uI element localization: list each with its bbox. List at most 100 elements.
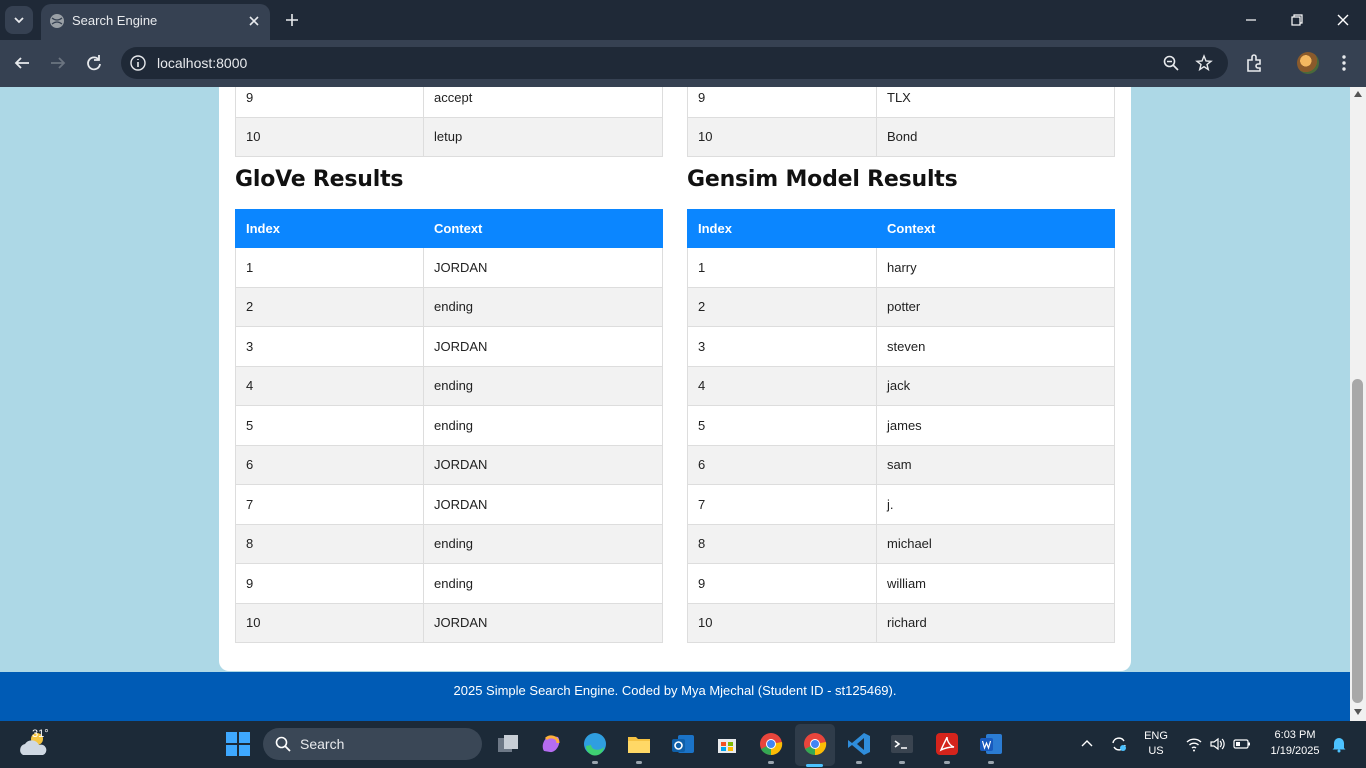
table-row: 4 ending bbox=[235, 365, 663, 406]
back-icon[interactable] bbox=[11, 52, 33, 74]
more-menu-icon[interactable] bbox=[1333, 52, 1355, 74]
table-row: 9 ending bbox=[235, 563, 663, 604]
wifi-icon[interactable] bbox=[1185, 735, 1203, 753]
copilot-icon[interactable] bbox=[538, 731, 564, 757]
browser-tab-bar: Search Engine bbox=[0, 0, 1366, 40]
chevron-up-icon[interactable] bbox=[1078, 735, 1096, 753]
running-indicator bbox=[636, 761, 642, 764]
context-cell: JORDAN bbox=[423, 484, 663, 525]
clock-date[interactable]: 1/19/2025 bbox=[1262, 745, 1328, 757]
index-header: Index bbox=[687, 209, 877, 248]
index-cell: 5 bbox=[687, 405, 877, 446]
taskbar-search-label: Search bbox=[300, 736, 345, 752]
table-row: 7 j. bbox=[687, 484, 1115, 525]
close-window-icon[interactable] bbox=[1334, 11, 1352, 29]
language-region[interactable]: US bbox=[1140, 745, 1172, 757]
context-cell: ending bbox=[423, 405, 663, 446]
context-cell: james bbox=[876, 405, 1115, 446]
zoom-icon[interactable] bbox=[1162, 54, 1180, 72]
context-cell: potter bbox=[876, 286, 1115, 327]
index-cell: 7 bbox=[235, 484, 424, 525]
file-explorer-icon[interactable] bbox=[626, 731, 652, 757]
taskbar-search-box[interactable]: Search bbox=[263, 728, 482, 760]
context-cell: letup bbox=[423, 116, 663, 157]
context-cell: JORDAN bbox=[423, 602, 663, 643]
outlook-icon[interactable] bbox=[670, 731, 696, 757]
browser-toolbar: localhost:8000 bbox=[0, 40, 1366, 87]
index-cell: 5 bbox=[235, 405, 424, 446]
search-icon bbox=[275, 736, 291, 752]
index-cell: 6 bbox=[687, 444, 877, 485]
gensim-table: Index Context 1 harry 2 potter 3 steven 4 jack 5… bbox=[687, 209, 1115, 643]
new-tab-icon[interactable] bbox=[282, 10, 302, 30]
index-cell: 3 bbox=[687, 326, 877, 367]
notification-bell-icon[interactable] bbox=[1330, 735, 1348, 753]
table-row: 1 JORDAN bbox=[235, 247, 663, 288]
table-row: 5 ending bbox=[235, 405, 663, 446]
acrobat-icon[interactable] bbox=[934, 731, 960, 757]
extensions-icon[interactable] bbox=[1243, 52, 1265, 74]
profile-avatar[interactable] bbox=[1297, 52, 1319, 74]
table-row: 6 sam bbox=[687, 444, 1115, 485]
windows-taskbar: 31° Search ENG US 6:03 PM 1/19/2025 bbox=[0, 721, 1366, 768]
reload-icon[interactable] bbox=[83, 52, 105, 74]
close-tab-icon[interactable] bbox=[246, 13, 262, 29]
url-text[interactable]: localhost:8000 bbox=[157, 55, 247, 71]
context-cell: michael bbox=[876, 523, 1115, 564]
volume-icon[interactable] bbox=[1208, 735, 1226, 753]
context-cell: ending bbox=[423, 365, 663, 406]
bookmark-star-icon[interactable] bbox=[1195, 54, 1213, 72]
tab-search-button[interactable] bbox=[5, 6, 33, 34]
vscode-icon[interactable] bbox=[846, 731, 872, 757]
edge-icon[interactable] bbox=[582, 731, 608, 757]
battery-icon[interactable] bbox=[1233, 735, 1251, 753]
browser-tab[interactable]: Search Engine bbox=[41, 4, 270, 40]
index-cell: 8 bbox=[687, 523, 877, 564]
table-row: 10 Bond bbox=[687, 116, 1115, 157]
table-row: 5 james bbox=[687, 405, 1115, 446]
active-indicator bbox=[806, 764, 823, 767]
table-row: 3 JORDAN bbox=[235, 326, 663, 367]
terminal-icon[interactable] bbox=[889, 731, 915, 757]
table-row: 9 william bbox=[687, 563, 1115, 604]
scroll-up-arrow-icon[interactable] bbox=[1354, 91, 1362, 97]
page-scrollbar[interactable] bbox=[1350, 87, 1366, 721]
running-indicator bbox=[856, 761, 862, 764]
running-indicator bbox=[592, 761, 598, 764]
language-code[interactable]: ENG bbox=[1140, 730, 1172, 742]
restore-icon[interactable] bbox=[1288, 11, 1306, 29]
table-row: 10 letup bbox=[235, 116, 663, 157]
microsoft-store-icon[interactable] bbox=[714, 731, 740, 757]
index-cell: 4 bbox=[235, 365, 424, 406]
index-header: Index bbox=[235, 209, 424, 248]
page-footer: 2025 Simple Search Engine. Coded by Mya … bbox=[0, 672, 1350, 721]
sync-icon[interactable] bbox=[1110, 735, 1128, 753]
weather-temperature: 31° bbox=[32, 728, 49, 740]
context-cell: JORDAN bbox=[423, 326, 663, 367]
index-cell: 9 bbox=[687, 563, 877, 604]
windows-start-icon[interactable] bbox=[226, 732, 250, 756]
address-bar[interactable]: localhost:8000 bbox=[121, 47, 1228, 79]
task-view-icon[interactable] bbox=[495, 731, 521, 757]
forward-icon[interactable] bbox=[47, 52, 69, 74]
context-cell: ending bbox=[423, 523, 663, 564]
scroll-down-arrow-icon[interactable] bbox=[1354, 709, 1362, 715]
table-row: 9 TLX bbox=[687, 87, 1115, 118]
context-cell: steven bbox=[876, 326, 1115, 367]
minimize-icon[interactable] bbox=[1242, 11, 1260, 29]
index-cell: 10 bbox=[235, 116, 424, 157]
table-row: 10 JORDAN bbox=[235, 602, 663, 643]
index-cell: 9 bbox=[687, 87, 877, 118]
site-info-icon[interactable] bbox=[129, 54, 147, 72]
index-cell: 7 bbox=[687, 484, 877, 525]
index-cell: 1 bbox=[235, 247, 424, 288]
table-row: 2 ending bbox=[235, 286, 663, 327]
chrome-profile-icon[interactable] bbox=[802, 731, 828, 757]
clock-time[interactable]: 6:03 PM bbox=[1262, 729, 1328, 741]
context-cell: TLX bbox=[876, 87, 1115, 118]
word-icon[interactable] bbox=[978, 731, 1004, 757]
context-cell: harry bbox=[876, 247, 1115, 288]
tab-title: Search Engine bbox=[72, 13, 158, 28]
scrollbar-thumb[interactable] bbox=[1352, 379, 1363, 703]
chrome-icon[interactable] bbox=[758, 731, 784, 757]
